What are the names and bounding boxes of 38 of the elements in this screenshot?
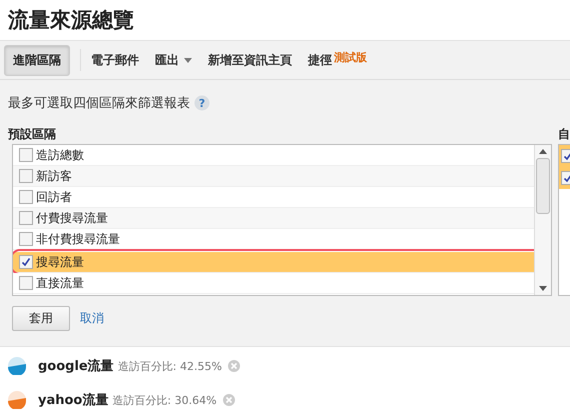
scroll-up-icon[interactable]: [539, 149, 547, 154]
toolbar-link[interactable]: 新增至資訊主頁: [208, 52, 292, 68]
check-icon: [563, 151, 570, 161]
segment-label[interactable]: 非付費搜尋流量: [36, 230, 120, 248]
panel-heading: 自: [558, 126, 570, 143]
segment-label[interactable]: 搜尋流量: [36, 254, 84, 270]
check-icon: [563, 173, 570, 183]
checkbox[interactable]: [19, 276, 33, 290]
segment-name: yahoo流量: [38, 392, 108, 409]
checkbox[interactable]: [19, 255, 33, 269]
hint-text: 最多可選取四個區隔來篩選報表: [8, 95, 190, 112]
panel-heading: 預設區隔: [8, 126, 57, 143]
segment-metric: 造訪百分比: 30.64%: [112, 392, 217, 408]
toolbar-link[interactable]: 電子郵件: [91, 52, 139, 68]
segment-label[interactable]: 造訪總數: [36, 146, 84, 164]
segment-label[interactable]: 新訪客: [36, 168, 72, 184]
remove-icon[interactable]: [222, 394, 235, 406]
checkbox[interactable]: [19, 148, 33, 162]
scrollbar[interactable]: [534, 145, 551, 295]
caret-icon: [184, 58, 192, 62]
checkbox[interactable]: [19, 169, 33, 183]
remove-icon[interactable]: [228, 360, 240, 372]
scroll-down-icon[interactable]: [539, 286, 547, 291]
export-dropdown[interactable]: 匯出: [155, 52, 192, 68]
checkbox[interactable]: [19, 232, 33, 246]
segment-label[interactable]: 直接流量: [36, 274, 84, 292]
cancel-link[interactable]: 取消: [80, 310, 104, 327]
segment-label[interactable]: 付費搜尋流量: [36, 210, 108, 226]
segments-button[interactable]: 進階區隔: [4, 44, 70, 76]
segment-metric: 造訪百分比: 42.55%: [118, 358, 222, 374]
page-title: 流量來源總覽: [6, 6, 135, 34]
checkbox[interactable]: [19, 190, 33, 204]
segment-name: google流量: [38, 358, 114, 375]
toolbar-link[interactable]: 捷徑: [308, 52, 332, 68]
beta-label: 測試版: [334, 50, 367, 65]
apply-button[interactable]: 套用: [12, 306, 70, 331]
checkbox[interactable]: [19, 211, 33, 225]
segment-label[interactable]: 回訪者: [36, 188, 72, 206]
